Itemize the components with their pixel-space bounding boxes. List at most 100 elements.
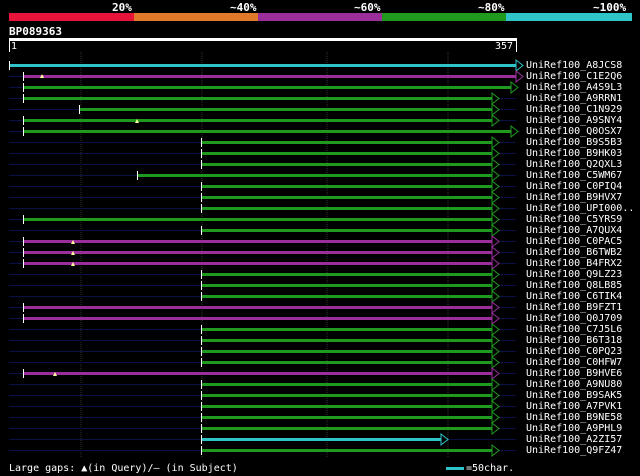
hit-bar[interactable] xyxy=(23,97,492,100)
hit-label[interactable]: UniRef100_Q9FZ47 xyxy=(526,445,622,456)
hit-label[interactable]: UniRef100_B4FRX2 xyxy=(526,258,622,269)
hit-label[interactable]: UniRef100_C1N929 xyxy=(526,104,622,115)
hit-bar[interactable] xyxy=(201,339,492,342)
hit-arrow-icon xyxy=(491,377,500,392)
hit-start-tick xyxy=(201,160,202,169)
hit-label[interactable]: UniRef100_A9NU80 xyxy=(526,379,622,390)
hit-label[interactable]: UniRef100_C5WM67 xyxy=(526,170,622,181)
hit-label[interactable]: UniRef100_A9SNY4 xyxy=(526,115,622,126)
hit-bar[interactable] xyxy=(201,185,492,188)
hit-bar[interactable] xyxy=(201,141,492,144)
hit-bar[interactable] xyxy=(201,229,492,232)
hit-bar[interactable] xyxy=(23,262,492,265)
hit-label[interactable]: UniRef100_C0PAC5 xyxy=(526,236,622,247)
hit-label[interactable]: UniRef100_C6TIK4 xyxy=(526,291,622,302)
hit-bar[interactable] xyxy=(23,86,511,89)
hit-start-tick xyxy=(201,138,202,147)
hit-start-tick xyxy=(201,336,202,345)
hit-label[interactable]: UniRef100_B9FZT1 xyxy=(526,302,622,313)
hit-bar[interactable] xyxy=(201,383,492,386)
hit-bar[interactable] xyxy=(201,427,492,430)
hit-label[interactable]: UniRef100_A7PVK1 xyxy=(526,401,622,412)
hit-start-tick xyxy=(201,281,202,290)
hit-bar[interactable] xyxy=(23,251,492,254)
scale-bar xyxy=(446,467,464,470)
hit-start-tick xyxy=(201,292,202,301)
hit-arrow-icon xyxy=(491,102,500,117)
hit-label[interactable]: UniRef100_Q8LB85 xyxy=(526,280,622,291)
hit-bar[interactable] xyxy=(23,240,492,243)
hit-bar[interactable] xyxy=(201,207,492,210)
hit-bar[interactable] xyxy=(201,284,492,287)
hit-bar[interactable] xyxy=(201,163,492,166)
hit-label[interactable]: UniRef100_C1E2Q6 xyxy=(526,71,622,82)
hit-start-tick xyxy=(23,248,24,257)
hit-bar[interactable] xyxy=(79,108,492,111)
hit-label[interactable]: UniRef100_B9HK03 xyxy=(526,148,622,159)
hit-label[interactable]: UniRef100_C0PQ23 xyxy=(526,346,622,357)
hit-label[interactable]: UniRef100_UPI000.. xyxy=(526,203,634,214)
hit-label[interactable]: UniRef100_B9NE58 xyxy=(526,412,622,423)
hit-label[interactable]: UniRef100_B9S5B3 xyxy=(526,137,622,148)
hit-start-tick xyxy=(201,226,202,235)
hit-bar[interactable] xyxy=(201,295,492,298)
hit-label[interactable]: UniRef100_A2ZI57 xyxy=(526,434,622,445)
hit-label[interactable]: UniRef100_C7J5L6 xyxy=(526,324,622,335)
hit-label[interactable]: UniRef100_B9HVX7 xyxy=(526,192,622,203)
hit-label[interactable]: UniRef100_A7QUX4 xyxy=(526,225,622,236)
hit-label[interactable]: UniRef100_A8JCS8 xyxy=(526,60,622,71)
hit-label[interactable]: UniRef100_A9PHL9 xyxy=(526,423,622,434)
hit-bar[interactable] xyxy=(201,438,441,441)
hit-label[interactable]: UniRef100_Q9LZ23 xyxy=(526,269,622,280)
hit-label[interactable]: UniRef100_Q2QXL3 xyxy=(526,159,622,170)
hit-bar[interactable] xyxy=(201,416,492,419)
hit-bar[interactable] xyxy=(23,75,516,78)
hit-bar[interactable] xyxy=(23,306,492,309)
hit-bar[interactable] xyxy=(23,317,492,320)
hit-label[interactable]: UniRef100_B6TWB2 xyxy=(526,247,622,258)
hit-label[interactable]: UniRef100_B9HVE6 xyxy=(526,368,622,379)
hit-label[interactable]: UniRef100_A9RRN1 xyxy=(526,93,622,104)
hit-bar[interactable] xyxy=(23,218,492,221)
hit-bar[interactable] xyxy=(201,196,492,199)
hit-bar[interactable] xyxy=(201,394,492,397)
hit-start-tick xyxy=(9,61,10,70)
hit-arrow-icon xyxy=(491,234,500,249)
hit-label[interactable]: UniRef100_Q0J709 xyxy=(526,313,622,324)
hit-label[interactable]: UniRef100_B6T318 xyxy=(526,335,622,346)
hit-start-tick xyxy=(201,347,202,356)
hit-label[interactable]: UniRef100_C5YRS9 xyxy=(526,214,622,225)
hit-arrow-icon xyxy=(491,366,500,381)
hit-bar[interactable] xyxy=(201,361,492,364)
blast-overview: { "legend": { "labels": ["20%", "~40%", … xyxy=(0,0,640,476)
hit-bar[interactable] xyxy=(201,273,492,276)
hit-start-tick xyxy=(201,380,202,389)
hit-start-tick xyxy=(23,369,24,378)
hit-bar[interactable] xyxy=(201,405,492,408)
hit-start-tick xyxy=(201,270,202,279)
hit-label[interactable]: UniRef100_A4S9L3 xyxy=(526,82,622,93)
hit-bar[interactable] xyxy=(137,174,492,177)
hit-label[interactable]: UniRef100_B9SAK5 xyxy=(526,390,622,401)
hit-arrow-icon xyxy=(515,58,524,73)
hit-arrow-icon xyxy=(491,113,500,128)
hit-bar[interactable] xyxy=(201,152,492,155)
hit-bar[interactable] xyxy=(201,449,492,452)
hit-arrow-icon xyxy=(491,333,500,348)
hit-bar[interactable] xyxy=(23,372,492,375)
hit-bar[interactable] xyxy=(23,130,511,133)
hit-bar[interactable] xyxy=(23,119,492,122)
hit-start-tick xyxy=(201,402,202,411)
hit-arrow-icon xyxy=(491,256,500,271)
hit-label[interactable]: UniRef100_Q0OSX7 xyxy=(526,126,622,137)
hit-arrow-icon xyxy=(491,146,500,161)
hit-label[interactable]: UniRef100_C0PIQ4 xyxy=(526,181,622,192)
hit-start-tick xyxy=(201,413,202,422)
hit-bar[interactable] xyxy=(9,64,516,67)
hit-arrow-icon xyxy=(491,91,500,106)
hit-arrow-icon xyxy=(491,245,500,260)
hit-label[interactable]: UniRef100_C0HFW7 xyxy=(526,357,622,368)
hit-bar[interactable] xyxy=(201,350,492,353)
hit-bar[interactable] xyxy=(201,328,492,331)
hit-arrow-icon xyxy=(491,355,500,370)
